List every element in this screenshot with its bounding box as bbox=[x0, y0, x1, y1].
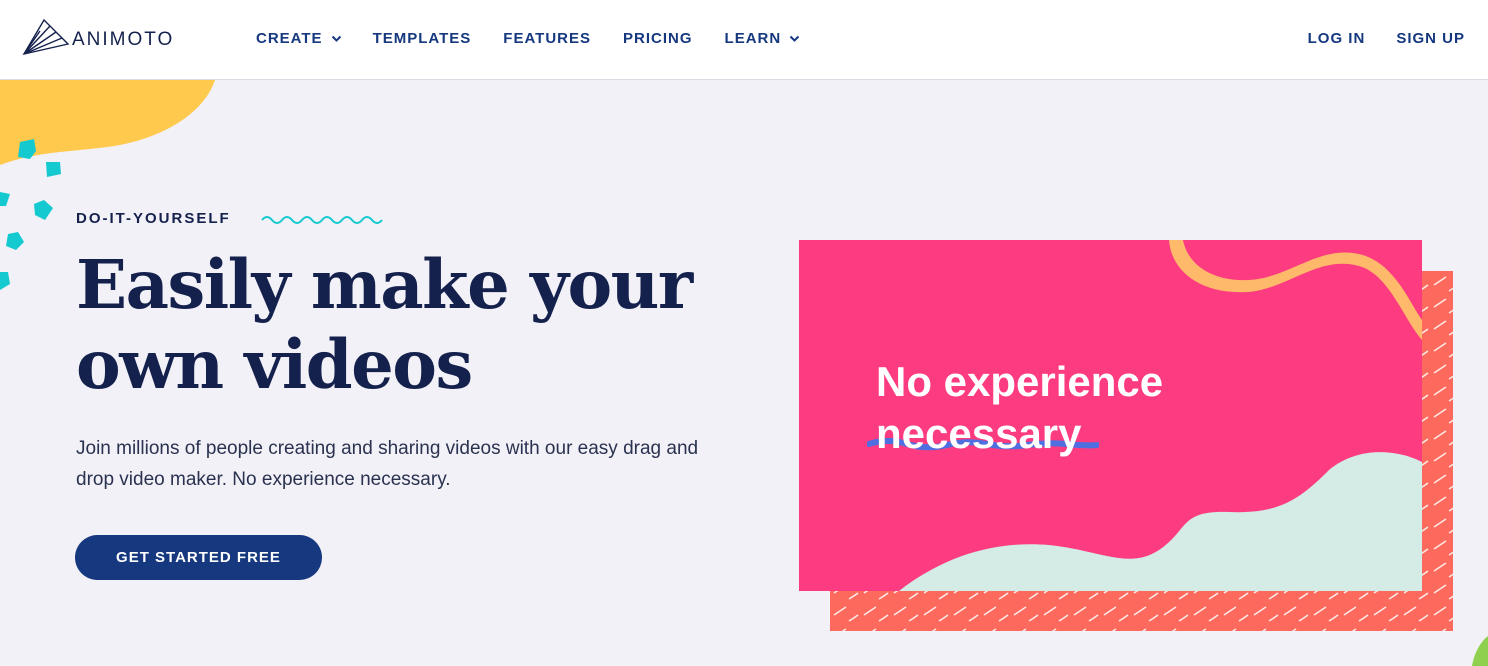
logo-mark-icon bbox=[22, 18, 70, 56]
card-title-line-2: necessary bbox=[876, 410, 1082, 457]
chevron-down-icon bbox=[790, 35, 800, 42]
nav-learn[interactable]: LEARN bbox=[725, 28, 801, 48]
card-front-panel: No experience necessary bbox=[799, 240, 1422, 591]
hero-headline: Easily make your own videos bbox=[76, 245, 716, 405]
auth-nav: LOG IN SIGN UP bbox=[1308, 28, 1465, 48]
nav-features[interactable]: FEATURES bbox=[503, 28, 591, 48]
card-title-line-1: No experience bbox=[876, 358, 1164, 405]
nav-create[interactable]: CREATE bbox=[256, 28, 342, 48]
wave-squiggle-icon bbox=[261, 216, 383, 224]
site-header: ANIMOTO CREATE TEMPLATES FEATURES PRICIN… bbox=[0, 0, 1488, 80]
card-title: No experience necessary bbox=[876, 356, 1163, 460]
nav-create-label: CREATE bbox=[256, 29, 323, 47]
chevron-down-icon bbox=[331, 35, 341, 42]
decorative-green-corner bbox=[1472, 636, 1488, 666]
animoto-logo[interactable]: ANIMOTO bbox=[22, 17, 174, 57]
hero-headline-line-1: Easily make your bbox=[76, 245, 693, 324]
signup-link[interactable]: SIGN UP bbox=[1396, 28, 1465, 48]
main-nav: CREATE TEMPLATES FEATURES PRICING LEARN bbox=[256, 28, 800, 48]
nav-pricing-label: PRICING bbox=[623, 29, 693, 47]
logo-wordmark: ANIMOTO bbox=[72, 29, 175, 50]
login-link[interactable]: LOG IN bbox=[1308, 28, 1366, 48]
nav-features-label: FEATURES bbox=[503, 29, 592, 47]
hero-headline-line-2: own videos bbox=[76, 325, 473, 404]
nav-templates[interactable]: TEMPLATES bbox=[373, 28, 472, 48]
hero-subtext: Join millions of people creating and sha… bbox=[76, 438, 699, 490]
nav-pricing[interactable]: PRICING bbox=[623, 28, 693, 48]
get-started-free-button[interactable]: GET STARTED FREE bbox=[75, 535, 322, 580]
nav-templates-label: TEMPLATES bbox=[372, 29, 472, 47]
hero-eyebrow: DO-IT-YOURSELF bbox=[76, 210, 231, 227]
nav-learn-label: LEARN bbox=[724, 29, 782, 47]
